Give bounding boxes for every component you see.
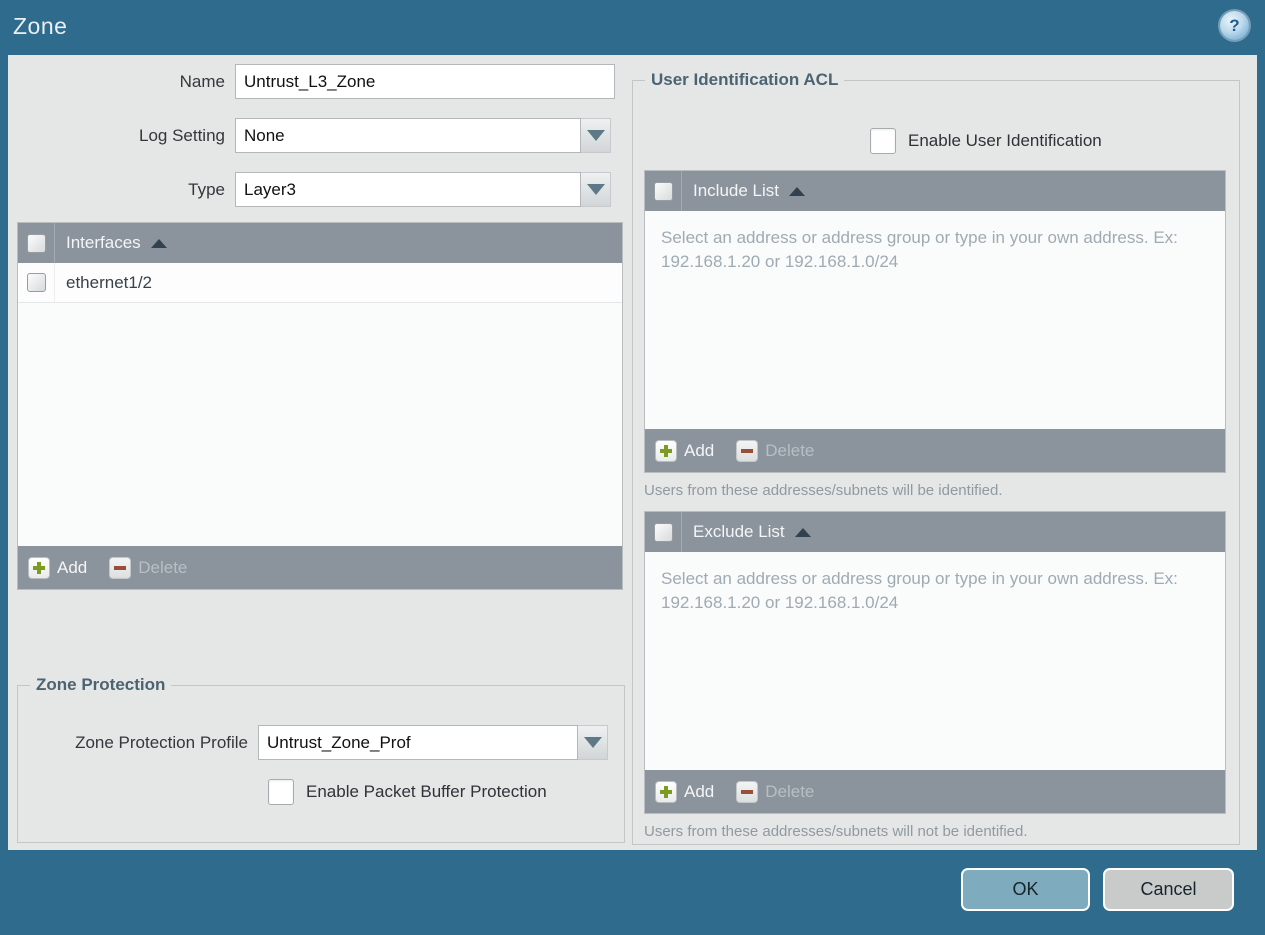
titlebar: Zone ?	[0, 0, 1265, 50]
interface-name: ethernet1/2	[66, 272, 153, 292]
include-list-header: Include List	[645, 171, 1225, 211]
dialog-body: Name Log Setting Type Interfa	[8, 55, 1257, 850]
user-identification-section: User Identification ACL Enable User Iden…	[632, 70, 1240, 845]
delete-button[interactable]: Delete	[736, 780, 815, 803]
delete-button[interactable]: Delete	[109, 556, 188, 579]
log-setting-row: Log Setting	[8, 118, 611, 153]
include-list-toolbar: Add Delete	[645, 429, 1225, 472]
packet-buffer-label: Enable Packet Buffer Protection	[306, 782, 547, 801]
zone-protection-legend: Zone Protection	[36, 675, 166, 694]
row-checkbox[interactable]	[26, 273, 46, 292]
ok-button[interactable]: OK	[961, 868, 1090, 911]
zone-protection-profile-row: Zone Protection Profile	[18, 725, 608, 760]
exclude-list-header: Exclude List	[645, 512, 1225, 552]
type-dropdown-button[interactable]	[581, 172, 611, 207]
add-label: Add	[684, 781, 715, 801]
interfaces-table: Interfaces ethernet1/2 Add Delete	[17, 222, 623, 590]
exclude-list-table: Exclude List Select an address or addres…	[644, 511, 1226, 814]
enable-user-id-row: Enable User Identification	[870, 128, 1102, 154]
include-select-all-checkbox[interactable]	[653, 181, 673, 201]
type-row: Type	[8, 172, 611, 207]
minus-icon	[109, 556, 132, 579]
help-glyph: ?	[1229, 15, 1240, 35]
enable-user-id-checkbox[interactable]	[870, 128, 896, 154]
exclude-list-placeholder: Select an address or address group or ty…	[661, 569, 1178, 613]
add-label: Add	[57, 557, 88, 577]
interfaces-select-all-checkbox[interactable]	[26, 233, 46, 253]
enable-user-id-label: Enable User Identification	[908, 131, 1102, 150]
help-icon[interactable]: ?	[1220, 11, 1249, 40]
zone-protection-profile-label: Zone Protection Profile	[75, 732, 248, 752]
exclude-select-all-checkbox[interactable]	[653, 522, 673, 542]
exclude-list-column-header[interactable]: Exclude List	[693, 522, 785, 542]
interfaces-table-header: Interfaces	[18, 223, 622, 263]
log-setting-input[interactable]	[235, 118, 581, 153]
table-row[interactable]: ethernet1/2	[18, 263, 622, 303]
packet-buffer-row: Enable Packet Buffer Protection	[268, 779, 547, 805]
log-setting-dropdown-button[interactable]	[581, 118, 611, 153]
delete-label: Delete	[138, 557, 188, 577]
log-setting-label: Log Setting	[138, 125, 225, 145]
zone-protection-profile-dropdown-button[interactable]	[578, 725, 608, 760]
add-label: Add	[684, 440, 715, 460]
include-list-caption: Users from these addresses/subnets will …	[644, 482, 1003, 499]
cancel-button[interactable]: Cancel	[1103, 868, 1234, 911]
include-list-column-header[interactable]: Include List	[693, 181, 779, 201]
delete-label: Delete	[765, 781, 815, 801]
include-list-table: Include List Select an address or addres…	[644, 170, 1226, 473]
type-label: Type	[188, 179, 225, 199]
packet-buffer-checkbox[interactable]	[268, 779, 294, 805]
sort-ascending-icon[interactable]	[789, 186, 805, 196]
zone-dialog: Zone ? Name Log Setting Type	[0, 0, 1265, 935]
interfaces-table-body: ethernet1/2	[18, 263, 622, 546]
add-button[interactable]: Add	[28, 556, 88, 579]
type-input[interactable]	[235, 172, 581, 207]
zone-protection-profile-input[interactable]	[258, 725, 578, 760]
plus-icon	[655, 439, 677, 462]
sort-ascending-icon[interactable]	[794, 527, 811, 537]
chevron-down-icon	[586, 130, 605, 141]
include-select-all-cell	[645, 171, 682, 211]
zone-protection-section: Zone Protection Zone Protection Profile …	[17, 675, 625, 843]
user-identification-legend: User Identification ACL	[651, 70, 839, 89]
chevron-down-icon	[583, 737, 602, 748]
add-button[interactable]: Add	[655, 780, 715, 803]
dialog-title: Zone	[13, 13, 68, 39]
name-label: Name	[179, 71, 225, 91]
exclude-list-body: Select an address or address group or ty…	[645, 552, 1225, 770]
row-checkbox-cell	[18, 263, 55, 302]
minus-icon	[736, 780, 759, 803]
plus-icon	[28, 556, 50, 579]
add-button[interactable]: Add	[655, 439, 715, 462]
exclude-list-caption: Users from these addresses/subnets will …	[644, 823, 1028, 840]
include-list-placeholder: Select an address or address group or ty…	[661, 228, 1178, 272]
minus-icon	[736, 439, 759, 462]
name-row: Name	[8, 64, 615, 99]
exclude-select-all-cell	[645, 512, 682, 552]
delete-label: Delete	[765, 440, 815, 460]
plus-icon	[655, 780, 677, 803]
chevron-down-icon	[586, 184, 605, 195]
include-list-body: Select an address or address group or ty…	[645, 211, 1225, 429]
name-input[interactable]	[235, 64, 615, 99]
interfaces-toolbar: Add Delete	[18, 546, 622, 589]
interfaces-select-all-cell	[18, 223, 55, 263]
delete-button[interactable]: Delete	[736, 439, 815, 462]
exclude-list-toolbar: Add Delete	[645, 770, 1225, 813]
sort-ascending-icon[interactable]	[150, 238, 167, 248]
interfaces-column-header[interactable]: Interfaces	[66, 233, 141, 253]
